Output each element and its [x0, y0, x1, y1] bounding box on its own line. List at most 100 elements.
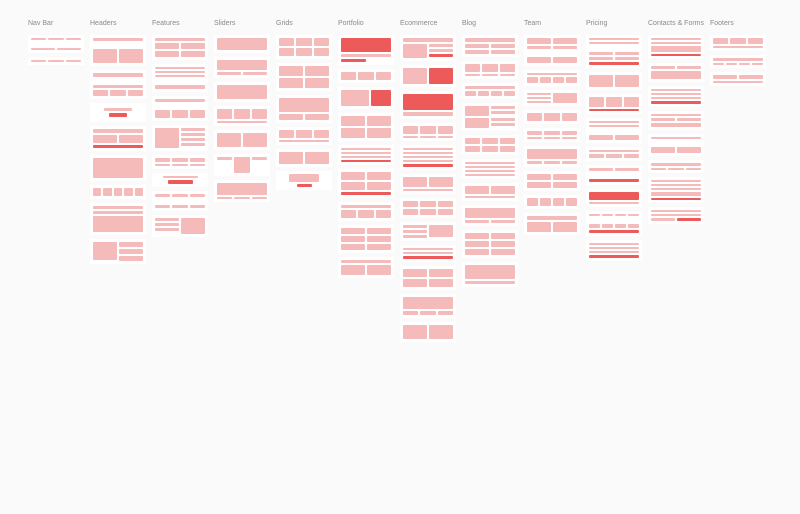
ecommerce-wireframe[interactable] [400, 174, 456, 194]
feature-wireframe[interactable] [152, 191, 208, 211]
pricing-wireframe[interactable] [586, 240, 642, 261]
blog-wireframe[interactable] [462, 230, 518, 258]
slider-wireframe[interactable] [214, 130, 270, 150]
header-wireframe[interactable] [90, 103, 146, 122]
feature-wireframe[interactable] [152, 64, 208, 92]
blog-wireframe[interactable] [462, 61, 518, 79]
portfolio-wireframe[interactable] [338, 169, 394, 198]
slider-wireframe[interactable] [214, 35, 270, 53]
portfolio-wireframe[interactable] [338, 145, 394, 165]
pricing-wireframe[interactable] [586, 35, 642, 68]
category-label: Grids [276, 20, 332, 27]
portfolio-wireframe[interactable] [338, 113, 394, 141]
blog-wireframe[interactable] [462, 103, 518, 131]
portfolio-wireframe[interactable] [338, 87, 394, 109]
navbar-wireframe[interactable] [28, 35, 84, 53]
footer-wireframe[interactable] [710, 35, 766, 51]
slider-wireframe[interactable] [214, 82, 270, 102]
contact-wireframe[interactable] [648, 86, 704, 107]
ecommerce-wireframe[interactable] [400, 222, 456, 241]
feature-wireframe[interactable] [152, 35, 208, 60]
portfolio-wireframe[interactable] [338, 35, 394, 65]
grid-wireframe[interactable] [276, 149, 332, 167]
header-wireframe[interactable] [90, 155, 146, 181]
grid-wireframe[interactable] [276, 127, 332, 145]
pricing-wireframe[interactable] [586, 94, 642, 114]
blog-wireframe[interactable] [462, 262, 518, 287]
ecommerce-wireframe[interactable] [400, 322, 456, 342]
category-footers: Footers [710, 20, 766, 90]
feature-wireframe[interactable] [152, 96, 208, 121]
category-ecommerce: Ecommerce [400, 20, 456, 346]
ecommerce-wireframe[interactable] [400, 35, 456, 61]
team-wireframe[interactable] [524, 70, 580, 86]
header-wireframe[interactable] [90, 239, 146, 264]
team-wireframe[interactable] [524, 171, 580, 191]
pricing-wireframe[interactable] [586, 147, 642, 161]
pricing-wireframe[interactable] [586, 211, 642, 236]
portfolio-wireframe[interactable] [338, 202, 394, 221]
blog-wireframe[interactable] [462, 183, 518, 201]
slider-wireframe[interactable] [214, 106, 270, 126]
grid-wireframe[interactable] [276, 95, 332, 123]
category-label: Contacts & Forms [648, 20, 704, 27]
blog-wireframe[interactable] [462, 205, 518, 226]
blog-wireframe[interactable] [462, 35, 518, 57]
slider-wireframe[interactable] [214, 180, 270, 202]
team-wireframe[interactable] [524, 128, 580, 142]
ecommerce-wireframe[interactable] [400, 294, 456, 318]
ecommerce-wireframe[interactable] [400, 245, 456, 262]
portfolio-wireframe[interactable] [338, 69, 394, 83]
grid-wireframe[interactable] [276, 171, 332, 190]
contact-wireframe[interactable] [648, 177, 704, 203]
grid-wireframe[interactable] [276, 35, 332, 59]
ecommerce-wireframe[interactable] [400, 266, 456, 290]
ecommerce-wireframe[interactable] [400, 91, 456, 119]
slider-wireframe[interactable] [214, 57, 270, 78]
header-wireframe[interactable] [90, 70, 146, 99]
team-wireframe[interactable] [524, 213, 580, 235]
pricing-wireframe[interactable] [586, 72, 642, 90]
contact-wireframe[interactable] [648, 160, 704, 173]
contact-wireframe[interactable] [648, 111, 704, 130]
contact-wireframe[interactable] [648, 63, 704, 82]
pricing-wireframe[interactable] [586, 189, 642, 207]
portfolio-wireframe[interactable] [338, 257, 394, 278]
slider-wireframe[interactable] [214, 154, 270, 176]
feature-wireframe[interactable] [152, 215, 208, 237]
category-label: Nav Bar [28, 20, 84, 27]
team-wireframe[interactable] [524, 146, 580, 167]
ecommerce-wireframe[interactable] [400, 123, 456, 141]
pricing-wireframe[interactable] [586, 165, 642, 185]
category-pricing: Pricing [586, 20, 642, 265]
contact-wireframe[interactable] [648, 35, 704, 59]
ecommerce-wireframe[interactable] [400, 65, 456, 87]
contact-wireframe[interactable] [648, 207, 704, 224]
navbar-wireframe[interactable] [28, 57, 84, 65]
team-wireframe[interactable] [524, 90, 580, 106]
category-label: Ecommerce [400, 20, 456, 27]
blog-wireframe[interactable] [462, 159, 518, 179]
footer-wireframe[interactable] [710, 55, 766, 68]
team-wireframe[interactable] [524, 35, 580, 66]
footer-wireframe[interactable] [710, 72, 766, 86]
header-wireframe[interactable] [90, 126, 146, 151]
header-wireframe[interactable] [90, 185, 146, 199]
team-wireframe[interactable] [524, 195, 580, 209]
blog-wireframe[interactable] [462, 135, 518, 155]
ecommerce-wireframe[interactable] [400, 198, 456, 218]
feature-wireframe[interactable] [152, 173, 208, 187]
wireframe-library: Nav Bar Headers [0, 0, 800, 366]
team-wireframe[interactable] [524, 110, 580, 124]
portfolio-wireframe[interactable] [338, 225, 394, 253]
header-wireframe[interactable] [90, 203, 146, 235]
category-contacts: Contacts & Forms [648, 20, 704, 228]
blog-wireframe[interactable] [462, 83, 518, 99]
feature-wireframe[interactable] [152, 155, 208, 169]
header-wireframe[interactable] [90, 35, 146, 66]
grid-wireframe[interactable] [276, 63, 332, 91]
pricing-wireframe[interactable] [586, 118, 642, 143]
ecommerce-wireframe[interactable] [400, 145, 456, 170]
feature-wireframe[interactable] [152, 125, 208, 151]
contact-wireframe[interactable] [648, 134, 704, 156]
